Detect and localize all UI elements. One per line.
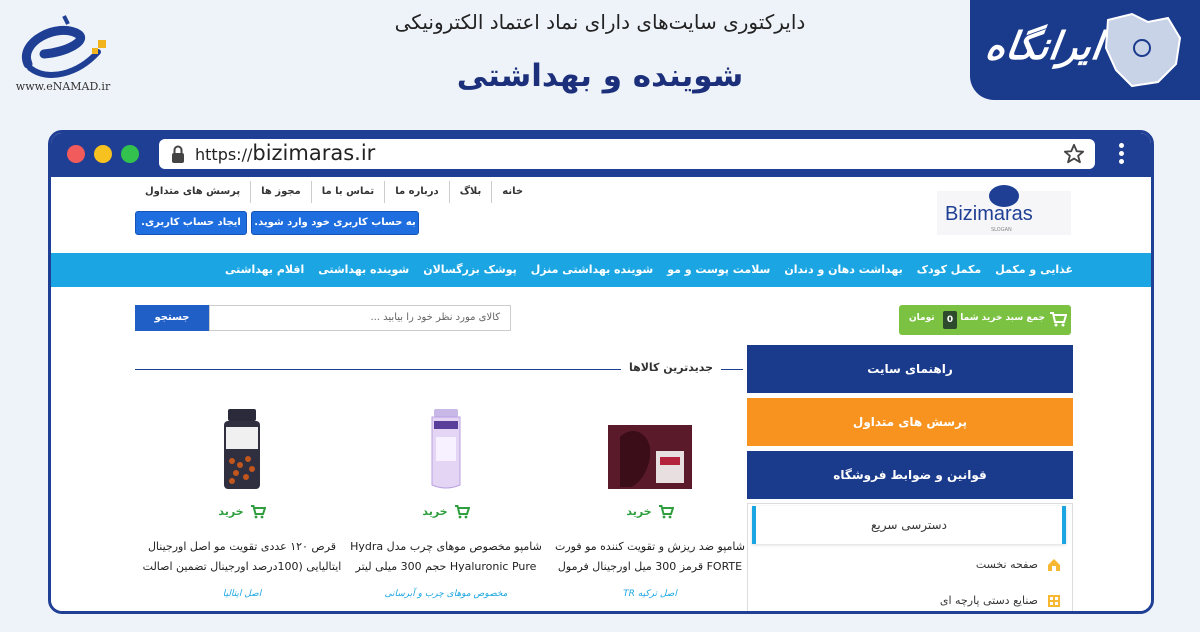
cart-button[interactable]: جمع سبد خرید شما 0 تومان — [899, 305, 1071, 335]
cart-count: 0 — [943, 311, 957, 329]
quick-access-title: دسترسی سریع — [752, 506, 1066, 544]
close-window-button[interactable] — [67, 145, 85, 163]
top-nav: خانهبلاگدرباره ماتماس با مامجوز هاپرسش ه… — [135, 181, 533, 203]
cart-icon — [454, 505, 470, 519]
buy-button[interactable]: خرید — [547, 505, 753, 519]
register-button[interactable]: ایجاد حساب کاربری. — [135, 211, 247, 235]
browser-menu-icon[interactable] — [1117, 143, 1125, 167]
category-item[interactable]: شوینده بهداشتی — [318, 253, 409, 287]
nav-contact[interactable]: تماس با ما — [310, 181, 384, 203]
irangah-logo: ایرانگاه — [970, 0, 1200, 100]
nav-licenses[interactable]: مجوز ها — [250, 181, 311, 203]
search-input[interactable]: کالای مورد نظر خود را بیابید ... — [209, 305, 511, 331]
buy-label: خرید — [422, 505, 448, 518]
iran-map-icon — [1104, 12, 1182, 88]
url-protocol: https:// — [195, 145, 253, 164]
quick-access-panel: دسترسی سریع صفحه نخست صنایع دستی پارچه ا… — [747, 503, 1073, 611]
quick-link-handicrafts[interactable]: صنایع دستی پارچه ای — [939, 590, 1062, 611]
cart-icon — [658, 505, 674, 519]
cart-icon — [250, 505, 266, 519]
browser-window: https://bizimaras.ir خانهبلاگدرباره ماتم… — [48, 130, 1154, 614]
banner: www.eNAMAD.ir دایرکتوری سایت‌های دارای ن… — [0, 0, 1200, 112]
sidebar-rules[interactable]: قوانین و ضوابط فروشگاه — [747, 451, 1073, 499]
nav-about[interactable]: درباره ما — [384, 181, 449, 203]
quick-link-label: صفحه نخست — [975, 558, 1038, 571]
product-card[interactable]: خرید شامپو ضد ریزش و تقویت کننده مو فورت… — [547, 403, 753, 611]
bookmark-star-icon[interactable] — [1063, 143, 1085, 165]
quick-link-home[interactable]: صفحه نخست — [976, 554, 1062, 576]
product-image[interactable] — [396, 407, 496, 491]
category-item[interactable]: غذایی و مکمل — [995, 253, 1073, 287]
category-nav: غذایی و مکمل مکمل کودک بهداشت دهان و دندان… — [51, 253, 1151, 287]
cart-unit: تومان — [909, 313, 935, 323]
product-tag: اصل ترکیه TR — [623, 589, 677, 599]
enamad-url: www.eNAMAD.ir — [15, 80, 111, 93]
product-tag: مخصوص موهای چرب و آبرسانی — [384, 589, 508, 599]
banner-title: دایرکتوری سایت‌های دارای نماد اعتماد الک… — [394, 10, 806, 34]
url-domain: bizimaras.ir — [252, 141, 376, 165]
buy-button[interactable]: خرید — [343, 505, 549, 519]
sidebar-guide[interactable]: راهنمای سایت — [747, 345, 1073, 393]
nav-home[interactable]: خانه — [491, 181, 533, 203]
search-button[interactable]: جستجو — [135, 305, 209, 331]
product-image[interactable] — [192, 407, 292, 491]
address-bar[interactable]: https://bizimaras.ir — [159, 139, 1095, 169]
cart-icon — [1050, 312, 1067, 327]
building-icon — [1048, 595, 1060, 607]
maximize-window-button[interactable] — [121, 145, 139, 163]
buy-label: خرید — [626, 505, 652, 518]
url-text: https://bizimaras.ir — [195, 141, 375, 165]
section-title: جدیدترین کالاها — [621, 357, 721, 379]
irangah-logo-text: ایرانگاه — [982, 24, 1105, 68]
buy-label: خرید — [218, 505, 244, 518]
home-icon — [1048, 559, 1060, 571]
product-card[interactable]: خرید شامپو مخصوص موهای چرب مدل Hydra Hya… — [343, 403, 549, 611]
category-item[interactable]: بهداشت دهان و دندان — [784, 253, 902, 287]
brand-slogan: SLOGAN — [991, 227, 1012, 233]
product-tag: اصل ایتالیا — [222, 589, 262, 599]
login-button[interactable]: به حساب کاربری خود وارد شوید. — [251, 211, 419, 235]
sidebar-faq[interactable]: پرسش های متداول — [747, 398, 1073, 446]
nav-blog[interactable]: بلاگ — [448, 181, 492, 203]
product-image[interactable] — [600, 407, 700, 491]
banner-subtitle: شوینده و بهداشتی — [456, 58, 744, 94]
category-item[interactable]: سلامت پوست و مو — [667, 253, 770, 287]
brand-name: Bizimaras — [945, 203, 1033, 225]
website: خانهبلاگدرباره ماتماس با مامجوز هاپرسش ه… — [51, 177, 1151, 611]
category-item[interactable]: اقلام بهداشتی — [225, 253, 304, 287]
quick-link-label: صنایع دستی پارچه ای — [939, 594, 1038, 607]
cart-label: جمع سبد خرید شما — [960, 313, 1045, 323]
product-name[interactable]: شامپو مخصوص موهای چرب مدل Hydra Hyaluron… — [343, 537, 549, 577]
lock-icon — [172, 145, 184, 163]
nav-faq[interactable]: پرسش های متداول — [135, 181, 250, 203]
category-item[interactable]: مکمل کودک — [917, 253, 981, 287]
minimize-window-button[interactable] — [94, 145, 112, 163]
category-item[interactable]: پوشک بزرگسالان — [423, 253, 517, 287]
product-card[interactable]: خرید قرص ۱۲۰ عددی تقویت مو اصل اورجینال … — [139, 403, 345, 611]
product-name[interactable]: قرص ۱۲۰ عددی تقویت مو اصل اورجینال ایتال… — [139, 537, 345, 577]
site-logo[interactable]: Bizimaras SLOGAN — [937, 185, 1071, 235]
category-item[interactable]: شوینده بهداشتی منزل — [531, 253, 653, 287]
browser-toolbar: https://bizimaras.ir — [51, 133, 1151, 177]
buy-button[interactable]: خرید — [139, 505, 345, 519]
product-name[interactable]: شامپو ضد ریزش و تقویت کننده مو فورت FORT… — [547, 537, 753, 577]
